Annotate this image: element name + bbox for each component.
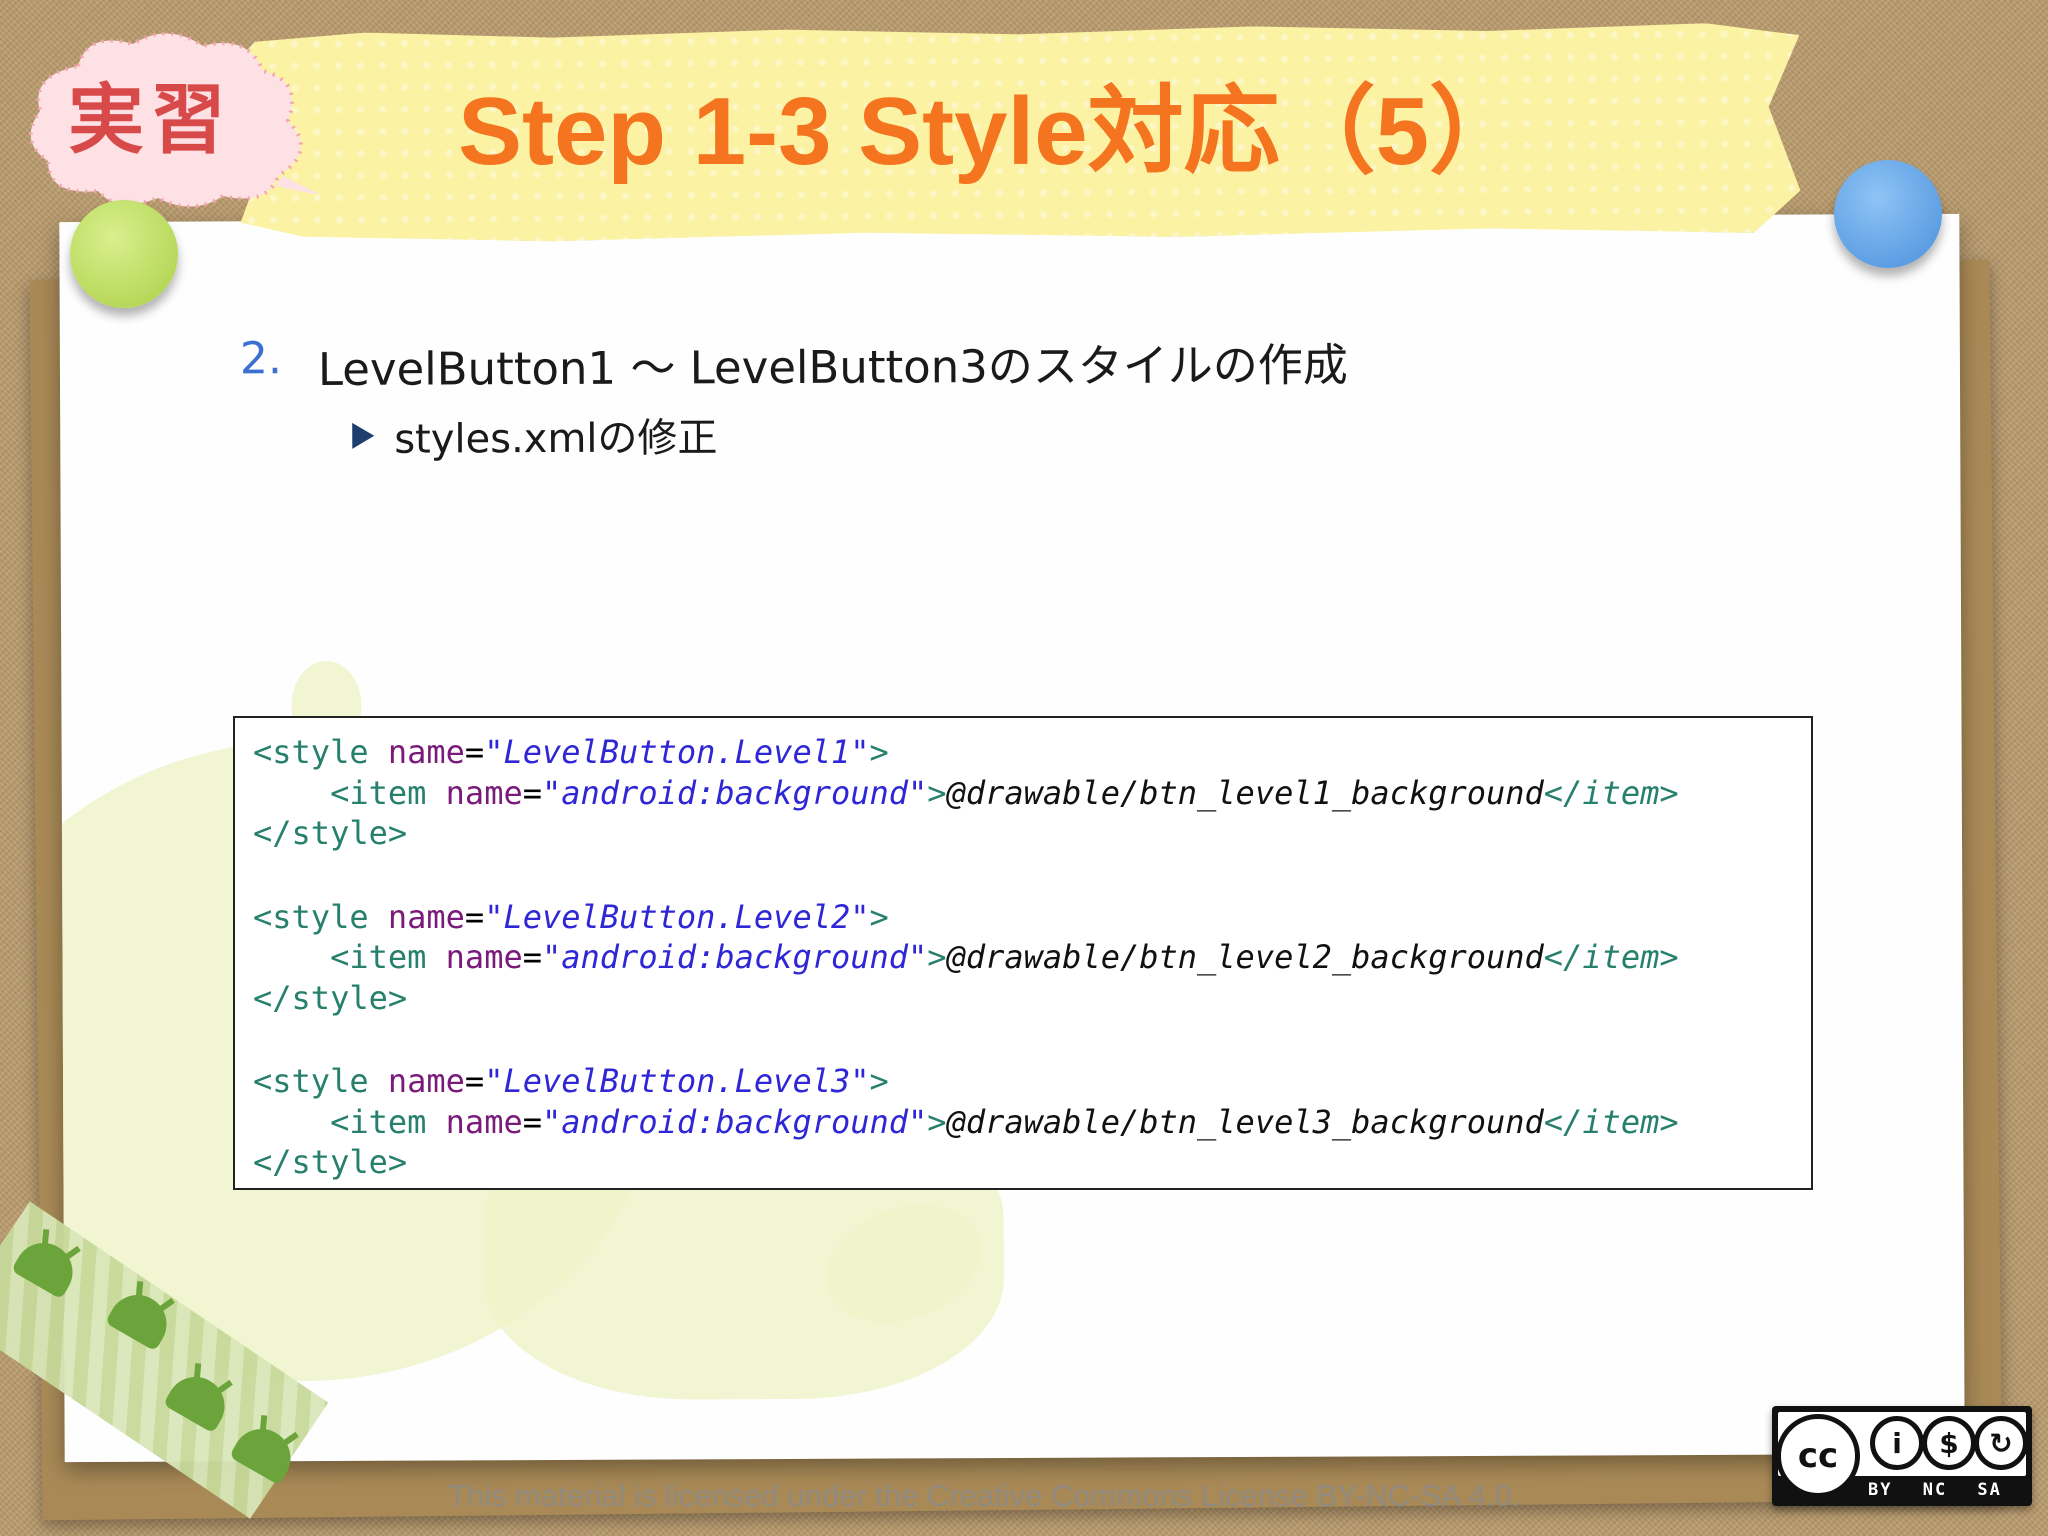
badge-label: 実習 <box>68 75 232 164</box>
code-eq: = <box>522 938 542 976</box>
code-eq: = <box>464 1062 485 1100</box>
code-value: "android:background" <box>541 938 928 976</box>
code-eq: = <box>522 1102 542 1141</box>
code-style-block-3: <style name="LevelButton.Level3"> <item … <box>253 1061 1793 1183</box>
code-tag: <item <box>330 1102 446 1141</box>
code-tag: <style <box>253 1062 388 1100</box>
code-value: "LevelButton.Level2" <box>484 897 870 936</box>
code-line: <item name="android:background">@drawabl… <box>253 1102 1793 1143</box>
code-block: <style name="LevelButton.Level1"> <item … <box>233 716 1813 1190</box>
code-style-block-2: <style name="LevelButton.Level2"> <item … <box>253 897 1793 1019</box>
code-text: @drawable/btn_level2_background <box>946 938 1544 976</box>
code-value: "LevelButton.Level3" <box>484 1062 870 1100</box>
code-line: <item name="android:background">@drawabl… <box>253 937 1793 978</box>
code-attr: name <box>445 773 523 812</box>
code-eq: = <box>464 733 485 771</box>
cc-badge-labels: BY NC SA <box>1868 1480 2002 1500</box>
code-line: </style> <box>253 978 1793 1019</box>
code-tag: </style> <box>253 1143 408 1181</box>
page-title: Step 1-3 Style対応（5） <box>458 78 1525 185</box>
code-attr: name <box>445 1102 523 1141</box>
code-style-block-1: <style name="LevelButton.Level1"> <item … <box>253 732 1793 854</box>
code-attr: name <box>387 1062 465 1100</box>
code-tag: </item> <box>1543 773 1679 812</box>
code-tag: > <box>927 773 947 812</box>
code-value: "android:background" <box>541 773 928 812</box>
code-tag: <style <box>253 733 388 771</box>
code-tag: <style <box>253 897 388 936</box>
code-text: @drawable/btn_level3_background <box>946 1102 1544 1141</box>
noncommercial-icon: $ <box>1922 1416 1976 1470</box>
code-tag: </style> <box>253 978 408 1017</box>
sub-item-text: styles.xmlの修正 <box>394 415 718 463</box>
code-line: <style name="LevelButton.Level2"> <box>253 897 1793 938</box>
code-tag: > <box>927 1102 947 1141</box>
code-line: </style> <box>253 813 1793 854</box>
cc-license-badge: cc i $ ↻ BY NC SA <box>1772 1406 2032 1506</box>
code-eq: = <box>464 897 485 936</box>
code-line: <style name="LevelButton.Level3"> <box>253 1061 1793 1102</box>
code-text: @drawable/btn_level1_background <box>946 773 1544 812</box>
code-value: "LevelButton.Level1" <box>484 733 870 771</box>
code-eq: = <box>522 773 542 812</box>
code-tag: <item <box>330 938 446 976</box>
code-tag: </item> <box>1543 938 1679 976</box>
sharealike-icon: ↻ <box>1974 1416 2028 1470</box>
code-tag: > <box>869 733 889 771</box>
code-attr: name <box>445 938 523 976</box>
code-tag: </item> <box>1543 1102 1679 1141</box>
code-tag: > <box>869 1062 889 1100</box>
license-footer: This material is licensed under the Crea… <box>448 1478 1521 1513</box>
code-line: <item name="android:background">@drawabl… <box>253 773 1793 814</box>
blue-pin-icon <box>1834 160 1942 268</box>
code-tag: </style> <box>253 814 408 852</box>
code-value: "android:background" <box>541 1102 928 1141</box>
code-line: </style> <box>253 1142 1793 1183</box>
green-pin-icon <box>70 200 178 308</box>
list-item-text: LevelButton1 〜 LevelButton3のスタイルの作成 <box>317 338 1348 397</box>
attribution-icon: i <box>1870 1416 1924 1470</box>
triangle-bullet-icon <box>352 422 375 449</box>
cc-logo-icon: cc <box>1776 1414 1860 1498</box>
code-tag: > <box>927 938 947 976</box>
code-attr: name <box>387 897 465 936</box>
code-tag: <item <box>330 773 446 812</box>
code-tag: > <box>869 897 889 936</box>
list-item-number: 2. <box>239 333 282 385</box>
code-line: <style name="LevelButton.Level1"> <box>253 732 1793 773</box>
code-attr: name <box>387 733 465 771</box>
